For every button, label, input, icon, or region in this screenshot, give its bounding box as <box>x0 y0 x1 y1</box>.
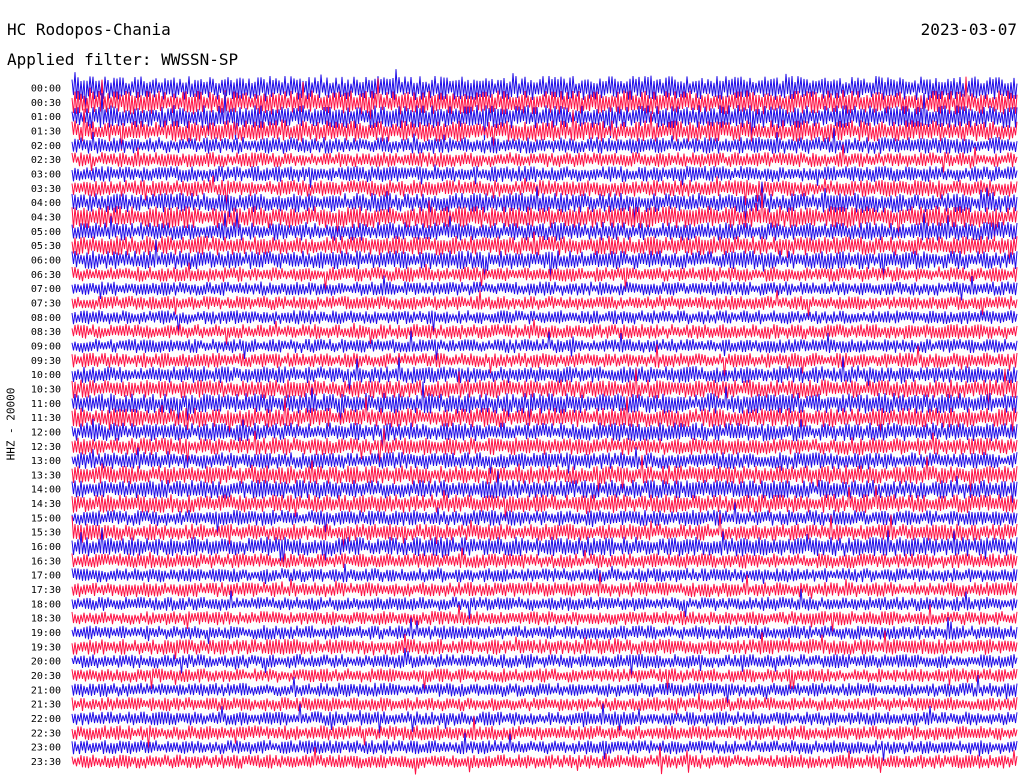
helicorder-plot: 00:00 00:30 01:00 01:30 02:00 02:30 03:00 03:30… <box>31 69 1018 775</box>
time-label: 07:30 <box>31 298 61 309</box>
seismic-trace <box>71 563 1018 585</box>
time-label: 18:30 <box>31 614 61 625</box>
seismic-trace <box>71 692 1018 715</box>
time-label: 23:00 <box>31 743 61 754</box>
time-label: 09:30 <box>31 356 61 367</box>
time-label: 06:00 <box>31 255 61 266</box>
time-label: 20:00 <box>31 657 61 668</box>
time-label: 01:30 <box>31 126 61 137</box>
time-label: 16:00 <box>31 542 61 553</box>
time-label: 10:00 <box>31 370 61 381</box>
time-label: 00:30 <box>31 98 61 109</box>
time-label: 13:30 <box>31 470 61 481</box>
time-label: 08:00 <box>31 313 61 324</box>
time-label: 22:00 <box>31 714 61 725</box>
time-label: 19:00 <box>31 628 61 639</box>
time-label: 11:30 <box>31 413 61 424</box>
time-label: 17:30 <box>31 585 61 596</box>
time-label: 21:30 <box>31 700 61 711</box>
time-label: 07:00 <box>31 284 61 295</box>
time-label: 06:30 <box>31 270 61 281</box>
time-label: 10:30 <box>31 384 61 395</box>
time-label: 21:00 <box>31 685 61 696</box>
seismic-trace <box>71 275 1018 301</box>
time-label: 12:00 <box>31 427 61 438</box>
time-label-group: 00:00 00:30 01:00 01:30 02:00 02:30 03:00 03:30… <box>31 84 61 769</box>
time-label: 17:00 <box>31 571 61 582</box>
time-label: 02:00 <box>31 141 61 152</box>
time-label: 04:30 <box>31 212 61 223</box>
trace-group <box>71 69 1018 775</box>
time-label: 05:00 <box>31 227 61 238</box>
time-label: 00:00 <box>31 84 61 95</box>
time-label: 03:00 <box>31 169 61 180</box>
time-label: 12:30 <box>31 442 61 453</box>
time-label: 23:30 <box>31 757 61 768</box>
time-label: 16:30 <box>31 556 61 567</box>
time-label: 09:00 <box>31 341 61 352</box>
time-label: 11:00 <box>31 399 61 410</box>
seismic-trace <box>71 604 1018 632</box>
time-label: 15:30 <box>31 528 61 539</box>
time-label: 05:30 <box>31 241 61 252</box>
time-label: 19:30 <box>31 642 61 653</box>
time-label: 15:00 <box>31 513 61 524</box>
time-label: 22:30 <box>31 728 61 739</box>
time-label: 01:00 <box>31 112 61 123</box>
time-label: 08:30 <box>31 327 61 338</box>
time-label: 18:00 <box>31 599 61 610</box>
time-label: 13:00 <box>31 456 61 467</box>
time-label: 14:30 <box>31 499 61 510</box>
time-label: 02:30 <box>31 155 61 166</box>
time-label: 03:30 <box>31 184 61 195</box>
time-label: 14:00 <box>31 485 61 496</box>
time-label: 20:30 <box>31 671 61 682</box>
time-label: 04:00 <box>31 198 61 209</box>
